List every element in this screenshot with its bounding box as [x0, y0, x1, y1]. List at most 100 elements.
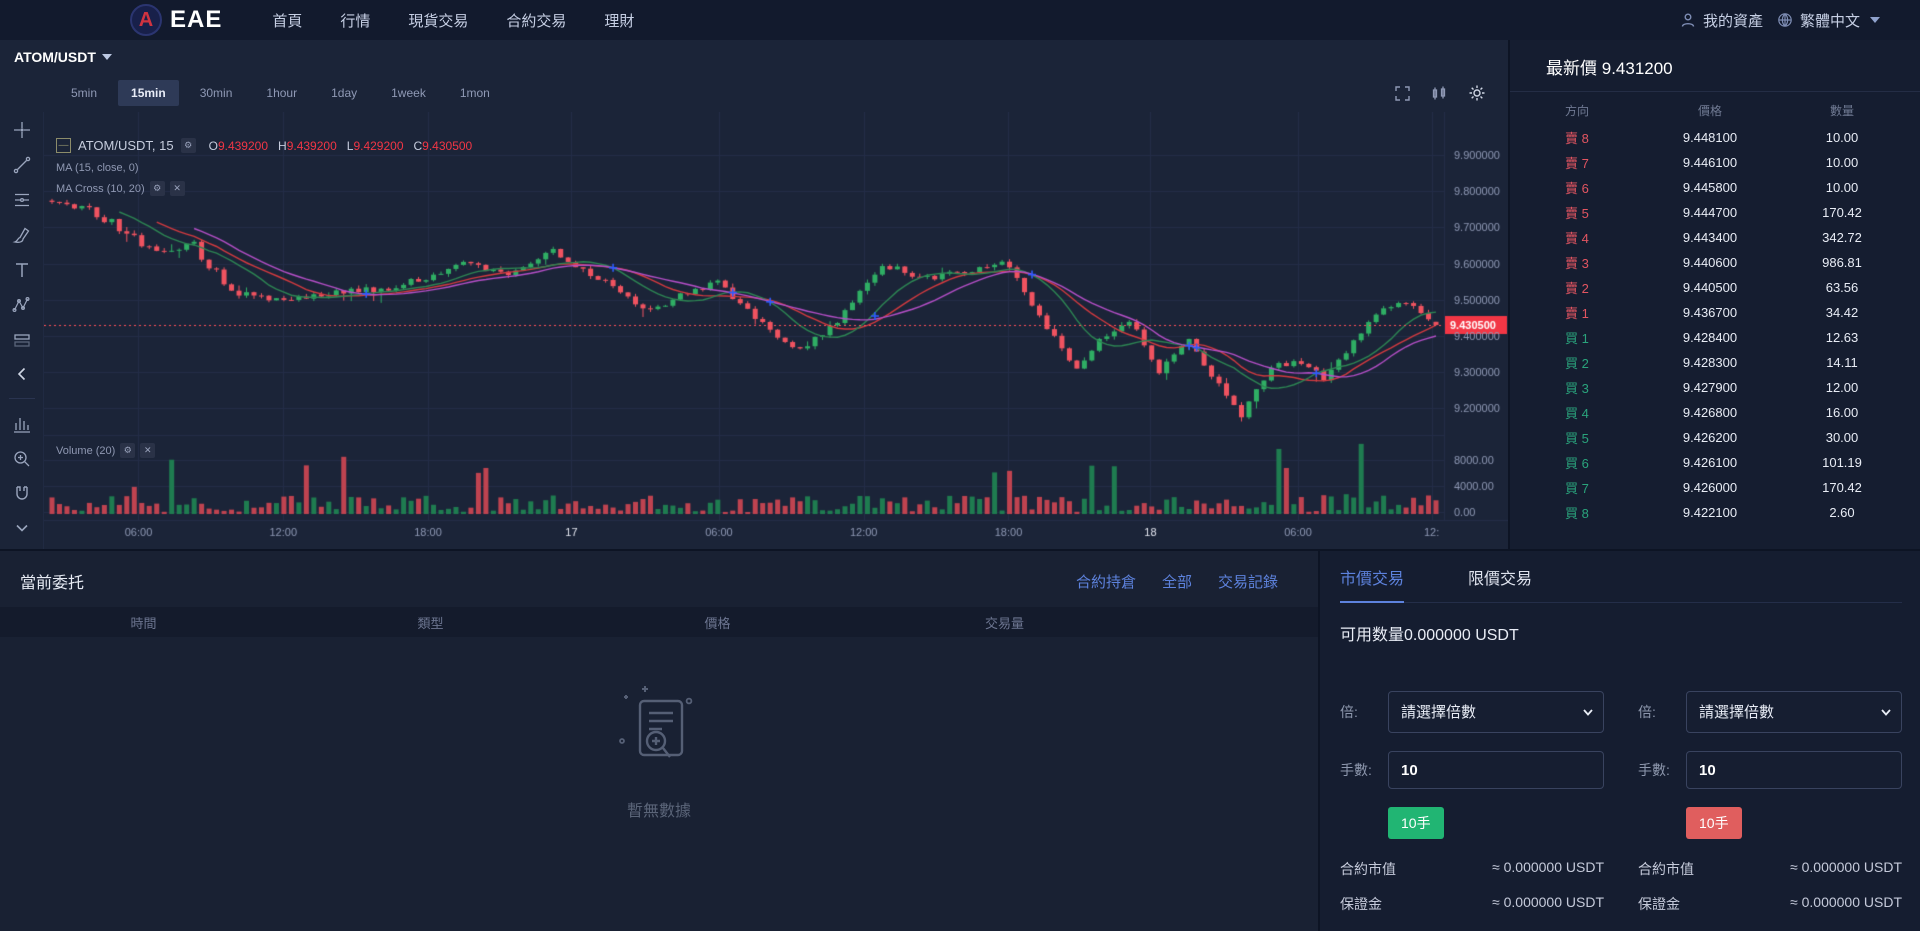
globe-icon — [1777, 12, 1793, 28]
timeframe-30min[interactable]: 30min — [187, 80, 246, 106]
timeframe-1day[interactable]: 1day — [318, 80, 370, 106]
open-orders-panel: 當前委托 合約持倉全部交易記錄 時間類型價格交易量 暫無數據 — [0, 551, 1318, 931]
trade-tab-0[interactable]: 市價交易 — [1340, 565, 1404, 603]
orders-tab-0[interactable]: 合約持倉 — [1076, 571, 1136, 592]
zoom-tool-icon[interactable] — [12, 449, 32, 469]
trade-forms: 倍:請選擇倍數手數:10手合約市值≈ 0.000000 USDT保證金≈ 0.0… — [1340, 691, 1902, 931]
leverage-select-wrap: 請選擇倍數 — [1686, 691, 1902, 733]
pattern-tool-icon[interactable] — [12, 295, 32, 315]
orders-tab-2[interactable]: 交易記錄 — [1218, 571, 1278, 592]
ma-cross-remove-icon[interactable]: ✕ — [170, 181, 185, 196]
orderbook-row[interactable]: 賣 39.440600986.81 — [1510, 250, 1920, 275]
orderbook-row[interactable]: 買 29.42830014.11 — [1510, 350, 1920, 375]
chevron-down-icon — [1870, 17, 1880, 23]
orderbook-row[interactable]: 買 79.426000170.42 — [1510, 475, 1920, 500]
pair-selector[interactable]: ATOM/USDT — [14, 49, 96, 65]
orderbook-price: 9.444700 — [1630, 205, 1790, 220]
timeframe-1mon[interactable]: 1mon — [447, 80, 503, 106]
magnet-tool-icon[interactable] — [12, 484, 32, 504]
more-tools-icon[interactable] — [13, 519, 31, 537]
lots-input-sell[interactable] — [1686, 751, 1902, 789]
orderbook-row[interactable]: 賣 59.444700170.42 — [1510, 200, 1920, 225]
language-switcher[interactable]: 繁體中文 — [1777, 10, 1880, 31]
timeframe-1hour[interactable]: 1hour — [253, 80, 310, 106]
empty-state: 暫無數據 — [0, 683, 1318, 821]
orderbook-row[interactable]: 買 69.426100101.19 — [1510, 450, 1920, 475]
orderbook-price: 9.426200 — [1630, 430, 1790, 445]
nav-item-3[interactable]: 合約交易 — [506, 10, 566, 31]
orderbook-row[interactable]: 買 59.42620030.00 — [1510, 425, 1920, 450]
orderbook-side-label: 買 6 — [1510, 453, 1630, 472]
orderbook-row[interactable]: 賣 29.44050063.56 — [1510, 275, 1920, 300]
text-tool-icon[interactable] — [12, 260, 32, 280]
orderbook-row[interactable]: 賣 79.44610010.00 — [1510, 150, 1920, 175]
orderbook-row[interactable]: 賣 49.443400342.72 — [1510, 225, 1920, 250]
summary-row-buy-1: 保證金≈ 0.000000 USDT — [1340, 894, 1604, 914]
nav-item-1[interactable]: 行情 — [340, 10, 370, 31]
orderbook-side-label: 賣 8 — [1510, 128, 1630, 147]
lots-field-buy: 手數: — [1340, 751, 1604, 789]
timeframe-5min[interactable]: 5min — [58, 80, 110, 106]
trade-tab-1[interactable]: 限價交易 — [1468, 565, 1532, 603]
buy-lots-button[interactable]: 10手 — [1388, 807, 1444, 839]
orderbook-amount: 14.11 — [1790, 355, 1920, 370]
nav-item-0[interactable]: 首頁 — [272, 10, 302, 31]
summary-label: 保證金 — [1638, 894, 1680, 914]
candlestick-chart[interactable] — [44, 112, 1508, 549]
leverage-select-sell[interactable]: 請選擇倍數 — [1686, 691, 1902, 733]
pair-caret-icon[interactable] — [102, 54, 112, 60]
chart-legend-title: ATOM/USDT, 15 — [78, 138, 174, 153]
orderbook-price: 9.440500 — [1630, 280, 1790, 295]
timeframe-row: 5min 15min 30min 1hour 1day 1week 1mon — [0, 74, 1508, 112]
orderbook-row[interactable]: 賣 89.44810010.00 — [1510, 125, 1920, 150]
orderbook-row[interactable]: 買 89.4221002.60 — [1510, 500, 1920, 525]
orders-column-0: 時間 — [0, 613, 287, 632]
fullscreen-icon[interactable] — [1394, 85, 1411, 102]
chart-area: — ATOM/USDT, 15 ⚙ O9.439200 H9.439200 L9… — [0, 112, 1508, 549]
crosshair-tool-icon[interactable] — [12, 120, 32, 140]
legend-collapse-icon[interactable]: — — [56, 138, 71, 153]
ma-cross-settings-icon[interactable]: ⚙ — [150, 181, 165, 196]
leverage-field-sell: 倍:請選擇倍數 — [1638, 691, 1902, 733]
orderbook-row[interactable]: 賣 69.44580010.00 — [1510, 175, 1920, 200]
orderbook-row[interactable]: 買 49.42680016.00 — [1510, 400, 1920, 425]
orderbook-price: 9.428400 — [1630, 330, 1790, 345]
toolbar-divider — [9, 398, 35, 399]
orderbook-row[interactable]: 買 39.42790012.00 — [1510, 375, 1920, 400]
collapse-toolbar-icon[interactable] — [13, 365, 31, 383]
lots-input-buy[interactable] — [1388, 751, 1604, 789]
sell-lots-button[interactable]: 10手 — [1686, 807, 1742, 839]
ohlc-values: O9.439200 H9.439200 L9.429200 C9.430500 — [209, 139, 473, 153]
volume-settings-icon[interactable]: ⚙ — [120, 443, 135, 458]
no-data-icon — [604, 683, 714, 779]
volume-remove-icon[interactable]: ✕ — [140, 443, 155, 458]
nav-item-4[interactable]: 理財 — [604, 10, 634, 31]
orders-column-1: 類型 — [287, 613, 574, 632]
logo[interactable]: A — [130, 4, 162, 36]
orderbook-price: 9.428300 — [1630, 355, 1790, 370]
orderbook-row[interactable]: 賣 19.43670034.42 — [1510, 300, 1920, 325]
position-tool-icon[interactable] — [12, 330, 32, 350]
fib-tool-icon[interactable] — [12, 190, 32, 210]
series-settings-icon[interactable]: ⚙ — [181, 138, 196, 153]
orderbook-side-label: 賣 2 — [1510, 278, 1630, 297]
timeframe-15min[interactable]: 15min — [118, 80, 179, 106]
chart-type-icon[interactable] — [1431, 85, 1448, 102]
orderbook-side-label: 買 1 — [1510, 328, 1630, 347]
my-assets-link[interactable]: 我的資產 — [1680, 10, 1763, 31]
orderbook-row[interactable]: 買 19.42840012.63 — [1510, 325, 1920, 350]
last-price: 最新價 9.431200 — [1510, 54, 1920, 92]
summary-value: ≈ 0.000000 USDT — [1790, 859, 1902, 879]
chart-settings-icon[interactable] — [1468, 84, 1486, 102]
nav-item-2[interactable]: 現貨交易 — [408, 10, 468, 31]
orderbook-header-0: 方向 — [1510, 102, 1630, 119]
timeframe-1week[interactable]: 1week — [378, 80, 439, 106]
leverage-select-buy[interactable]: 請選擇倍數 — [1388, 691, 1604, 733]
orderbook-price: 9.436700 — [1630, 305, 1790, 320]
measure-tool-icon[interactable] — [12, 414, 32, 434]
brush-tool-icon[interactable] — [12, 225, 32, 245]
orderbook-price: 9.422100 — [1630, 505, 1790, 520]
orderbook-side-label: 買 2 — [1510, 353, 1630, 372]
trendline-tool-icon[interactable] — [12, 155, 32, 175]
orders-tab-1[interactable]: 全部 — [1162, 571, 1192, 592]
